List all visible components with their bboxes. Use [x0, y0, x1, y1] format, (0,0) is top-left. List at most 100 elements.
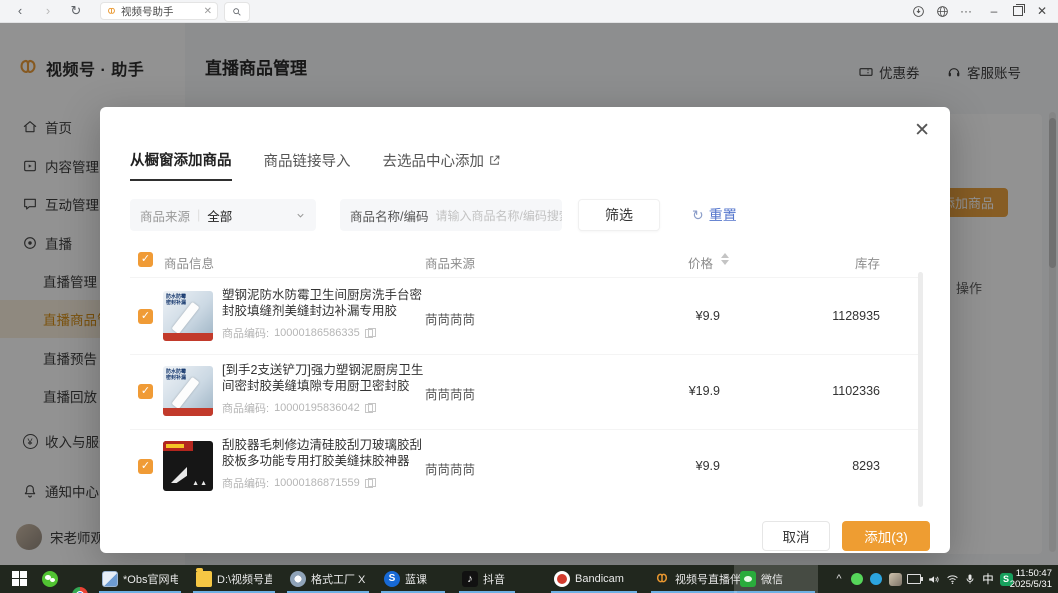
row-checkbox[interactable] [138, 384, 153, 399]
cancel-button[interactable]: 取消 [762, 521, 830, 551]
more-menu-icon[interactable]: ··· [954, 0, 978, 22]
product-source: 苘苘苘苘 [425, 459, 475, 478]
product-price: ¥9.9 [640, 459, 720, 473]
new-tab-search-button[interactable] [224, 2, 250, 22]
product-search-input[interactable]: 商品名称/编码 请输入商品名称/编码搜索 [340, 199, 562, 231]
table-header: 商品信息 商品来源 价格 库存 [100, 249, 950, 277]
chrome-taskbar-icon[interactable] [72, 587, 88, 593]
browser-tab[interactable]: 视频号助手 ✕ [100, 2, 218, 20]
table-row: 防水防霉密封补漏 [到手2支送铲刀]强力塑钢泥厨房卫生间密封胶美缝填隙专用厨卫密… [100, 354, 950, 429]
window-restore-button[interactable] [1006, 0, 1030, 22]
modal-scrollbar[interactable] [918, 272, 923, 507]
taskbar-app-label: 蓝课 [405, 571, 427, 587]
code-value: 10000186586335 [274, 327, 360, 339]
copy-icon[interactable] [365, 478, 374, 488]
product-stock: 1128935 [790, 309, 880, 323]
taskbar-app-douyin[interactable]: ♪ 抖音 [456, 565, 518, 593]
clock-time: 11:50:47 [1010, 568, 1052, 579]
wechat-taskbar-icon[interactable] [42, 571, 58, 587]
row-checkbox[interactable] [138, 459, 153, 474]
tab-go-selection-center[interactable]: 去选品中心添加 [383, 149, 502, 181]
wifi-icon[interactable] [945, 572, 959, 586]
refresh-icon: ↻ [692, 208, 704, 222]
tab-title: 视频号助手 [121, 4, 204, 19]
tab-label: 商品链接导入 [264, 150, 351, 171]
clock-date: 2025/5/31 [1010, 579, 1052, 590]
source-filter-dropdown[interactable]: 商品来源 | 全部 [130, 199, 316, 231]
tab-close-icon[interactable]: ✕ [204, 6, 212, 17]
taskbar-app-lanke[interactable]: S 蓝课 [378, 565, 448, 593]
taskbar: *Obs官网电脑... D:\视频号直播... 格式工厂 X64 ... S 蓝… [0, 565, 1058, 593]
tray-battery-icon[interactable] [907, 572, 921, 586]
taskbar-app-label: *Obs官网电脑... [123, 571, 178, 587]
code-value: 10000195836042 [274, 402, 360, 414]
channels-logo-icon [106, 6, 117, 17]
window-close-button[interactable]: ✕ [1030, 0, 1054, 22]
volume-icon[interactable] [926, 572, 940, 586]
tray-telegram-icon[interactable] [869, 572, 883, 586]
taskbar-app-label: 抖音 [483, 571, 505, 587]
select-all-checkbox[interactable] [138, 252, 153, 267]
taskbar-app-bandicam[interactable]: Bandicam [548, 565, 640, 593]
reset-button[interactable]: ↻ 重置 [692, 205, 737, 225]
search-input-label: 商品名称/编码 [350, 206, 428, 225]
taskbar-app-format-factory[interactable]: 格式工厂 X64 ... [284, 565, 372, 593]
tray-avatar-icon[interactable] [888, 572, 902, 586]
product-stock: 1102336 [790, 384, 880, 398]
product-title: 塑钢泥防水防霉卫生间厨房洗手台密封胶填缝剂美缝封边补漏专用胶150ml... [222, 287, 434, 319]
product-code: 商品编码: 10000195836042 [222, 400, 374, 416]
ime-indicator[interactable]: 中 [981, 572, 995, 586]
source-filter-label: 商品来源 [140, 206, 190, 225]
taskbar-app-label: D:\视频号直播... [217, 571, 272, 587]
filter-button[interactable]: 筛选 [578, 199, 660, 231]
product-title: [到手2支送铲刀]强力塑钢泥厨房卫生间密封胶美缝填隙专用厨卫密封胶150M... [222, 362, 434, 394]
product-image: ▲▲ [163, 441, 213, 491]
forward-icon[interactable]: › [38, 1, 58, 21]
search-icon [232, 7, 242, 17]
tray-wechat-icon[interactable] [850, 572, 864, 586]
download-icon[interactable] [906, 0, 930, 22]
taskbar-app-wechat-window[interactable]: 微信 [734, 565, 818, 593]
external-link-icon [488, 154, 501, 167]
tab-import-by-link[interactable]: 商品链接导入 [264, 149, 351, 181]
code-prefix: 商品编码: [222, 325, 269, 341]
code-prefix: 商品编码: [222, 400, 269, 416]
lanke-icon: S [384, 571, 400, 587]
search-input-placeholder: 请输入商品名称/编码搜索 [435, 207, 562, 224]
taskbar-app-label: 微信 [761, 571, 783, 587]
browser-titlebar: ‹ › ↻ 视频号助手 ✕ ··· – ✕ [0, 0, 1058, 23]
bandicam-icon [554, 571, 570, 587]
start-button[interactable] [12, 571, 28, 587]
globe-icon[interactable] [930, 0, 954, 22]
douyin-icon: ♪ [462, 571, 478, 587]
price-sort-icon[interactable] [721, 253, 729, 265]
screen: ‹ › ↻ 视频号助手 ✕ ··· – ✕ 视频号 · 助手 [0, 0, 1058, 593]
product-code: 商品编码: 10000186871559 [222, 475, 374, 491]
tab-add-from-showcase[interactable]: 从橱窗添加商品 [130, 149, 232, 181]
col-product-source: 商品来源 [425, 253, 475, 272]
taskbar-app-explorer[interactable]: D:\视频号直播... [190, 565, 278, 593]
divider [130, 277, 920, 278]
product-price: ¥9.9 [640, 309, 720, 323]
wechat-window-icon [740, 571, 756, 587]
taskbar-app-obs[interactable]: *Obs官网电脑... [96, 565, 184, 593]
obs-icon [102, 571, 118, 587]
folder-icon [196, 571, 212, 587]
table-row: ▲▲ 刮胶器毛刺修边清硅胶刮刀玻璃胶刮胶板多功能专用打胶美缝抹胶神器 商品编码:… [100, 429, 950, 504]
copy-icon[interactable] [365, 328, 374, 338]
product-stock: 8293 [790, 459, 880, 473]
copy-icon[interactable] [365, 403, 374, 413]
col-product-info: 商品信息 [164, 253, 214, 272]
microphone-icon[interactable] [963, 572, 977, 586]
tab-label: 从橱窗添加商品 [130, 149, 232, 170]
window-minimize-button[interactable]: – [982, 0, 1006, 22]
back-icon[interactable]: ‹ [10, 1, 30, 21]
tray-expand-icon[interactable]: ^ [832, 572, 846, 586]
modal-close-icon[interactable]: ✕ [914, 121, 930, 140]
product-image: 防水防霉密封补漏 [163, 291, 213, 341]
row-checkbox[interactable] [138, 309, 153, 324]
taskbar-clock[interactable]: 11:50:47 2025/5/31 [1010, 568, 1052, 590]
table-row: 防水防霉密封补漏 塑钢泥防水防霉卫生间厨房洗手台密封胶填缝剂美缝封边补漏专用胶1… [100, 279, 950, 354]
confirm-add-button[interactable]: 添加(3) [842, 521, 930, 551]
refresh-icon[interactable]: ↻ [66, 1, 86, 21]
